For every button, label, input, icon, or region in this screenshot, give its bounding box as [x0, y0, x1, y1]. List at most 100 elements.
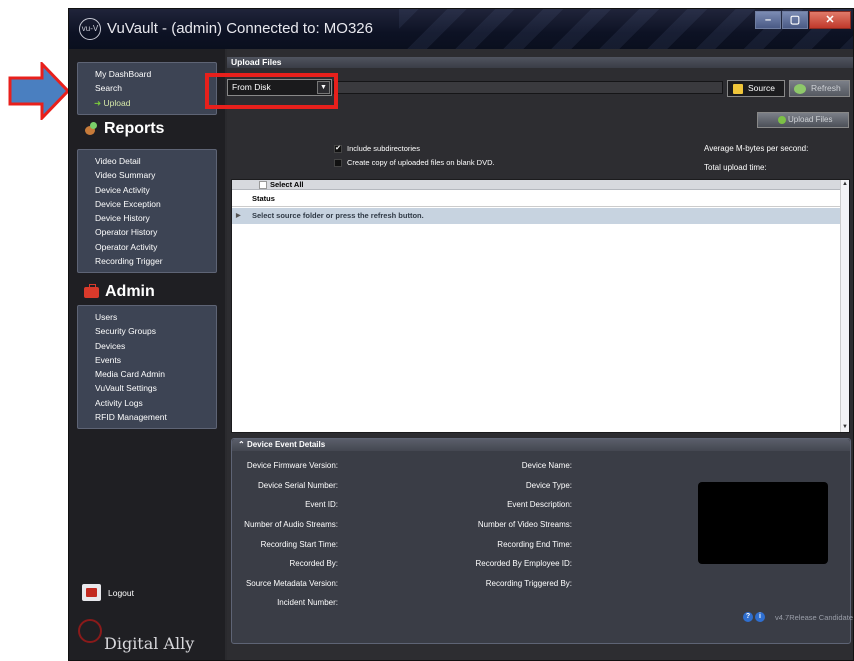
callout-arrow-icon	[8, 62, 70, 120]
nav-item-devices[interactable]: Devices	[95, 339, 216, 353]
nav-item-device-history[interactable]: Device History	[95, 211, 216, 225]
collapse-icon[interactable]: ⌃	[238, 440, 245, 449]
help-icon[interactable]: ?	[743, 612, 753, 622]
logout-button[interactable]: Logout	[82, 584, 134, 601]
select-all-checkbox[interactable]	[259, 181, 267, 189]
audio-streams-label: Number of Audio Streams:	[244, 520, 338, 529]
nav-item-upload-label: Upload	[103, 97, 131, 108]
nav-item-search[interactable]: Search	[95, 81, 216, 95]
scroll-down-icon[interactable]: ▼	[841, 423, 849, 432]
firmware-version-label: Device Firmware Version:	[246, 461, 338, 470]
nav-item-device-activity[interactable]: Device Activity	[95, 183, 216, 197]
source-path-field[interactable]	[333, 81, 723, 94]
include-subdirectories-option[interactable]: ✔ Include subdirectories	[334, 144, 420, 153]
title-bar: vu-V VuVault - (admin) Connected to: MO3…	[69, 9, 853, 49]
version-label: v4.7Release Candidate	[775, 613, 853, 622]
source-button[interactable]: Source	[727, 80, 785, 97]
nav-item-vuvault-settings[interactable]: VuVault Settings	[95, 381, 216, 395]
folder-icon	[733, 84, 743, 94]
incident-number-label: Incident Number:	[277, 598, 338, 607]
create-dvd-copy-option[interactable]: Create copy of uploaded files on blank D…	[334, 158, 495, 167]
window-title: VuVault - (admin) Connected to: MO326	[107, 20, 373, 37]
logout-icon	[82, 584, 101, 601]
avg-mbytes-label: Average M-bytes per second:	[704, 144, 809, 153]
active-arrow-icon: ➜	[94, 97, 102, 108]
digital-ally-logo-icon	[78, 619, 102, 643]
app-window: vu-V VuVault - (admin) Connected to: MO3…	[68, 8, 854, 661]
event-id-label: Event ID:	[305, 500, 338, 509]
select-all-label: Select All	[270, 180, 304, 189]
scroll-up-icon[interactable]: ▲	[841, 180, 849, 189]
admin-heading: Admin	[84, 283, 155, 301]
serial-number-label: Device Serial Number:	[257, 481, 338, 490]
include-subdirectories-label: Include subdirectories	[347, 144, 420, 153]
upload-files-button-label: Upload Files	[788, 115, 833, 124]
upload-file-grid: Select All Status ▶ Select source folder…	[231, 179, 850, 433]
reports-title: Reports	[104, 120, 165, 137]
details-header[interactable]: ⌃ Device Event Details	[232, 439, 850, 451]
status-cell: Select source folder or press the refres…	[252, 211, 424, 220]
maximize-button[interactable]: ▢	[782, 11, 808, 29]
refresh-button[interactable]: Refresh	[789, 80, 850, 97]
nav-item-security-groups[interactable]: Security Groups	[95, 324, 216, 338]
highlight-box	[205, 73, 338, 109]
refresh-button-label: Refresh	[811, 83, 841, 93]
nav-item-video-detail[interactable]: Video Detail	[95, 154, 216, 168]
sidebar: My DashBoard Search ➜ Upload Reports Vid…	[69, 49, 225, 660]
upload-files-header: Upload Files	[227, 57, 853, 68]
device-type-label: Device Type:	[525, 481, 572, 490]
device-name-label: Device Name:	[521, 461, 572, 470]
refresh-icon	[794, 84, 806, 94]
admin-title: Admin	[105, 283, 155, 300]
nav-item-users[interactable]: Users	[95, 310, 216, 324]
reports-nav: Video Detail Video Summary Device Activi…	[77, 149, 217, 274]
triggered-by-label: Recording Triggered By:	[485, 579, 572, 588]
total-upload-time-label: Total upload time:	[704, 163, 767, 172]
nav-item-video-summary[interactable]: Video Summary	[95, 168, 216, 182]
reports-icon	[84, 122, 98, 136]
metadata-version-label: Source Metadata Version:	[245, 579, 338, 588]
employee-id-label: Recorded By Employee ID:	[475, 559, 573, 568]
recording-start-label: Recording Start Time:	[260, 540, 338, 549]
event-description-label: Event Description:	[507, 500, 572, 509]
create-dvd-copy-label: Create copy of uploaded files on blank D…	[347, 158, 495, 167]
recorded-by-label: Recorded By:	[289, 559, 338, 568]
nav-item-activity-logs[interactable]: Activity Logs	[95, 396, 216, 410]
minimize-button[interactable]: –	[755, 11, 781, 29]
help-icons: ? i	[743, 612, 765, 622]
main-panel: Upload Files From Disk ▼ Source Refresh …	[227, 49, 853, 660]
close-button[interactable]: ✕	[809, 11, 851, 29]
nav-item-rfid-management[interactable]: RFID Management	[95, 410, 216, 424]
grid-scrollbar[interactable]: ▲ ▼	[840, 180, 849, 432]
video-thumbnail	[698, 482, 828, 564]
select-all-row[interactable]: Select All	[232, 180, 842, 190]
info-icon[interactable]: i	[755, 612, 765, 622]
source-button-label: Source	[748, 83, 775, 93]
top-nav: My DashBoard Search ➜ Upload	[77, 62, 217, 115]
table-row[interactable]: ▶ Select source folder or press the refr…	[232, 208, 842, 224]
include-subdirectories-checkbox[interactable]: ✔	[334, 144, 342, 153]
video-streams-label: Number of Video Streams:	[477, 520, 572, 529]
row-pointer-icon: ▶	[236, 213, 241, 219]
nav-item-device-exception[interactable]: Device Exception	[95, 197, 216, 211]
brand-name: Digital Ally	[104, 634, 195, 653]
status-column-header[interactable]: Status	[232, 191, 842, 207]
upload-icon	[778, 116, 786, 124]
window-controls: – ▢ ✕	[755, 11, 851, 29]
create-dvd-copy-checkbox[interactable]	[334, 158, 342, 167]
vuvault-logo-icon: vu-V	[79, 18, 101, 40]
nav-item-recording-trigger[interactable]: Recording Trigger	[95, 254, 216, 268]
logout-label: Logout	[108, 587, 134, 598]
nav-item-operator-activity[interactable]: Operator Activity	[95, 240, 216, 254]
nav-item-media-card-admin[interactable]: Media Card Admin	[95, 367, 216, 381]
nav-item-operator-history[interactable]: Operator History	[95, 225, 216, 239]
nav-item-events[interactable]: Events	[95, 353, 216, 367]
admin-nav: Users Security Groups Devices Events Med…	[77, 305, 217, 430]
status-bar: ? i v4.7Release Candidate	[229, 612, 853, 622]
reports-heading: Reports	[84, 120, 164, 138]
screenshot: vu-V VuVault - (admin) Connected to: MO3…	[0, 0, 854, 661]
upload-files-button[interactable]: Upload Files	[757, 112, 849, 128]
details-title: Device Event Details	[246, 440, 326, 449]
nav-item-dashboard[interactable]: My DashBoard	[95, 67, 216, 81]
nav-item-upload[interactable]: ➜ Upload	[94, 96, 216, 110]
